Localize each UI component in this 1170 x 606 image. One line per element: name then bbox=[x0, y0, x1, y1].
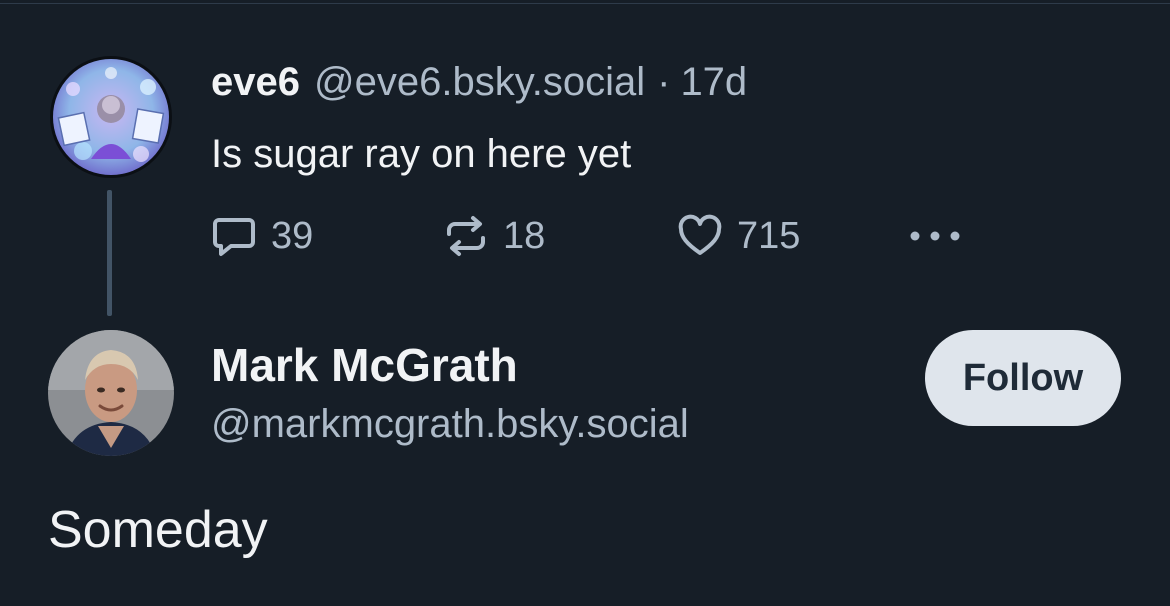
eve6-avatar[interactable] bbox=[50, 56, 172, 178]
header-separator: · bbox=[657, 60, 671, 104]
follow-button[interactable]: Follow bbox=[925, 330, 1121, 426]
parent-post-header: eve6 @eve6.bsky.social · 17d bbox=[211, 60, 747, 110]
parent-post-text: Is sugar ray on here yet bbox=[211, 132, 632, 176]
mark-mcgrath-avatar[interactable] bbox=[48, 330, 174, 456]
repost-button[interactable]: 18 bbox=[443, 212, 545, 260]
more-options-button[interactable] bbox=[907, 212, 963, 260]
reply-count: 39 bbox=[271, 214, 314, 257]
top-divider bbox=[0, 0, 1170, 4]
repost-count: 18 bbox=[503, 214, 546, 257]
parent-post-time[interactable]: 17d bbox=[680, 60, 747, 105]
parent-author-name[interactable]: eve6 bbox=[211, 60, 300, 105]
main-post-text: Someday bbox=[48, 501, 268, 559]
reply-button[interactable]: 39 bbox=[211, 212, 313, 260]
reply-icon bbox=[213, 218, 255, 256]
like-button[interactable]: 715 bbox=[677, 212, 800, 260]
heart-icon bbox=[678, 214, 722, 255]
mark-mcgrath-avatar-image bbox=[48, 330, 174, 456]
eve6-avatar-image bbox=[53, 59, 169, 175]
more-icon bbox=[910, 231, 960, 241]
main-author-name[interactable]: Mark McGrath bbox=[211, 338, 518, 392]
main-author-handle[interactable]: @markmcgrath.bsky.social bbox=[211, 402, 689, 447]
repost-icon bbox=[447, 216, 485, 256]
thread-line bbox=[107, 190, 112, 316]
parent-post-actions: 39 18 715 bbox=[211, 212, 971, 260]
parent-author-handle[interactable]: @eve6.bsky.social bbox=[314, 60, 645, 105]
like-count: 715 bbox=[737, 214, 801, 257]
